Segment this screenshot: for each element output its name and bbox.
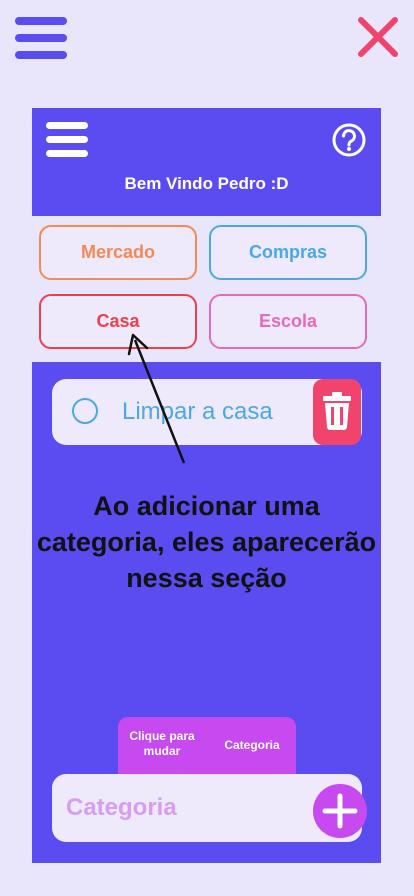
arrow-icon [127,333,186,464]
